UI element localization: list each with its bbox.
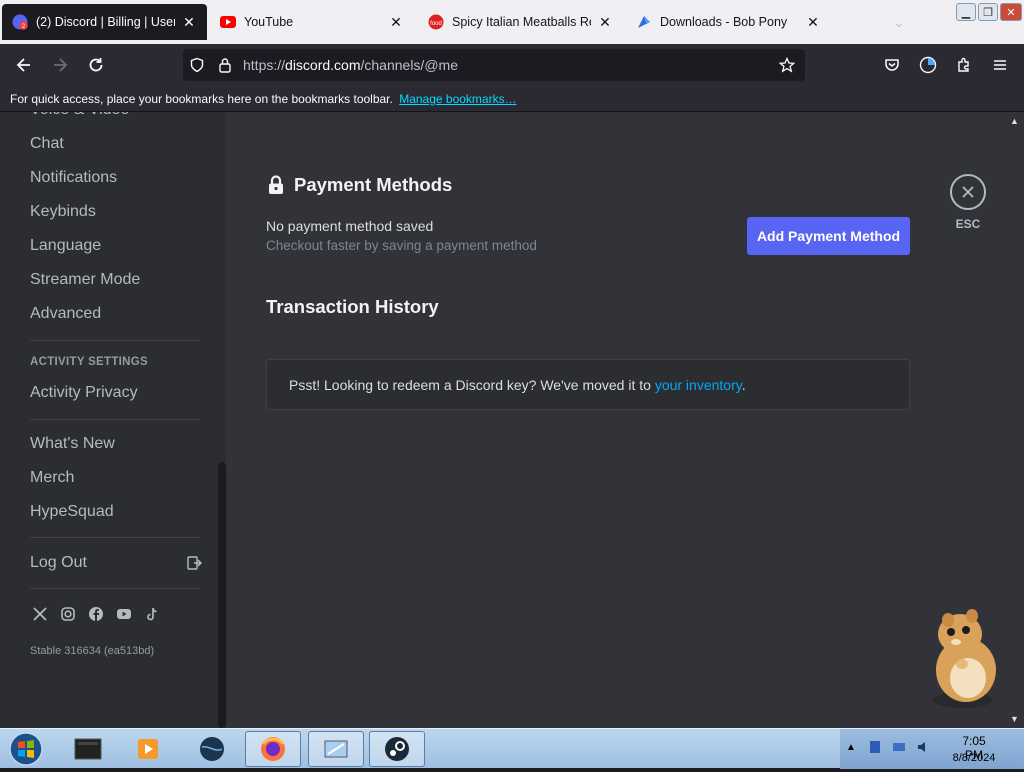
close-settings-button[interactable]: [950, 174, 986, 210]
tab-title: YouTube: [244, 15, 294, 29]
reload-icon[interactable]: [80, 49, 112, 81]
pocket-icon[interactable]: [876, 49, 908, 81]
bookmarks-toolbar: For quick access, place your bookmarks h…: [0, 86, 1024, 112]
build-version: Stable 316634 (ea513bd): [30, 645, 155, 657]
sidebar-item-voice-video[interactable]: Voice & Video: [30, 112, 129, 124]
taskbar-globe-icon[interactable]: [184, 731, 240, 767]
tab-title: (2) Discord | Billing | User Set: [36, 15, 175, 29]
volume-icon[interactable]: [916, 740, 930, 754]
shield-icon[interactable]: [183, 57, 211, 73]
sidebar-item-notifications[interactable]: Notifications: [30, 164, 117, 192]
logout-icon[interactable]: [186, 555, 202, 571]
tray-app-icon[interactable]: [868, 740, 882, 754]
clock-date[interactable]: 8/8/2024: [947, 752, 1001, 764]
tray-display-icon[interactable]: [892, 740, 906, 754]
sidebar-item-chat[interactable]: Chat: [30, 130, 64, 158]
settings-sidebar: Voice & Video Chat Notifications Keybind…: [0, 112, 226, 728]
youtube-icon: [220, 14, 236, 30]
taskbar-explorer-icon[interactable]: [308, 731, 364, 767]
taskbar-steam-icon[interactable]: [369, 731, 425, 767]
sidebar-item-activity-privacy[interactable]: Activity Privacy: [30, 379, 138, 407]
show-hidden-icons[interactable]: ▲: [846, 742, 856, 753]
close-icon: [962, 186, 974, 198]
sidebar-item-keybinds[interactable]: Keybinds: [30, 198, 96, 226]
no-payment-subtext: Checkout faster by saving a payment meth…: [266, 238, 537, 253]
download-icon: [636, 14, 652, 30]
add-payment-method-button[interactable]: Add Payment Method: [747, 217, 910, 255]
close-window-icon[interactable]: ✕: [1000, 3, 1022, 21]
browser-tab-strip: 2 (2) Discord | Billing | User Set ✕ You…: [0, 0, 1024, 44]
sidebar-divider: [30, 419, 200, 420]
taskbar-media-player-icon[interactable]: [120, 731, 176, 767]
sidebar-item-streamer-mode[interactable]: Streamer Mode: [30, 266, 140, 294]
manage-bookmarks-link[interactable]: Manage bookmarks…: [399, 92, 516, 106]
instagram-icon[interactable]: [60, 606, 76, 622]
tiktok-icon[interactable]: [144, 606, 160, 622]
url-prefix: https://: [243, 57, 286, 73]
transaction-history-title: Transaction History: [266, 296, 439, 317]
svg-text:food: food: [430, 21, 442, 27]
sidebar-item-whats-new[interactable]: What's New: [30, 430, 115, 458]
scroll-up-arrow-icon[interactable]: ▲: [1010, 116, 1019, 126]
scroll-down-arrow-icon[interactable]: ▼: [1010, 714, 1019, 724]
no-payment-text: No payment method saved: [266, 218, 434, 234]
window-controls: ▁ ❐ ✕: [956, 3, 1022, 21]
sidebar-divider: [30, 537, 200, 538]
back-icon[interactable]: [8, 49, 40, 81]
sidebar-item-log-out[interactable]: Log Out: [30, 549, 87, 577]
sidebar-divider: [30, 588, 200, 589]
sidebar-item-language[interactable]: Language: [30, 232, 101, 260]
discord-icon: 2: [12, 14, 28, 30]
youtube-icon[interactable]: [116, 606, 132, 622]
lock-icon[interactable]: [211, 57, 239, 73]
notice-text: Psst! Looking to redeem a Discord key? W…: [289, 377, 655, 393]
minimize-icon[interactable]: ▁: [956, 3, 976, 21]
close-tab-icon[interactable]: ✕: [597, 14, 613, 30]
tab-title: Downloads - Bob Pony: [660, 15, 788, 29]
close-tab-icon[interactable]: ✕: [805, 14, 821, 30]
url-text[interactable]: https://discord.com/channels/@me: [239, 57, 773, 73]
sidebar-item-advanced[interactable]: Advanced: [30, 300, 101, 328]
tab-title: Spicy Italian Meatballs Recip: [452, 15, 591, 29]
esc-label: ESC: [955, 217, 981, 231]
hamster-sticker: [918, 600, 1008, 710]
activity-settings-header: ACTIVITY SETTINGS: [30, 356, 148, 368]
x-icon[interactable]: [32, 606, 48, 622]
sidebar-scrollbar[interactable]: [218, 462, 226, 728]
bookmarks-hint: For quick access, place your bookmarks h…: [10, 92, 393, 106]
tab-meatballs[interactable]: food Spicy Italian Meatballs Recip ✕: [418, 4, 623, 40]
url-host: discord.com: [285, 57, 361, 73]
taskbar-firefox-icon[interactable]: [245, 731, 301, 767]
notice-end: .: [741, 377, 746, 393]
forward-icon[interactable]: [44, 49, 76, 81]
sidebar-item-merch[interactable]: Merch: [30, 464, 74, 492]
extensions-icon[interactable]: [948, 49, 980, 81]
tab-discord[interactable]: 2 (2) Discord | Billing | User Set ✕: [2, 4, 207, 40]
taskbar-terminal-icon[interactable]: [60, 731, 116, 767]
tab-downloads[interactable]: Downloads - Bob Pony ✕: [626, 4, 831, 40]
food-network-icon: food: [428, 14, 444, 30]
payment-methods-title: Payment Methods: [294, 174, 453, 195]
inventory-link[interactable]: your inventory: [655, 377, 742, 393]
lock-icon: [267, 175, 285, 195]
tab-youtube[interactable]: YouTube ✕: [210, 4, 414, 40]
discord-app: Voice & Video Chat Notifications Keybind…: [0, 112, 1024, 728]
restore-icon[interactable]: ❐: [978, 3, 998, 21]
sidebar-item-hypesquad[interactable]: HypeSquad: [30, 498, 114, 526]
facebook-icon[interactable]: [88, 606, 104, 622]
tab-list-icon[interactable]: ⌄: [893, 14, 905, 31]
billing-content: Payment Methods No payment method saved …: [226, 112, 1024, 728]
url-bar[interactable]: https://discord.com/channels/@me: [183, 49, 805, 81]
account-icon[interactable]: [912, 49, 944, 81]
star-icon[interactable]: [773, 57, 801, 73]
start-button[interactable]: [6, 731, 46, 767]
menu-icon[interactable]: [984, 49, 1016, 81]
close-tab-icon[interactable]: ✕: [181, 14, 197, 30]
sidebar-divider: [30, 340, 200, 341]
browser-navbar: https://discord.com/channels/@me: [0, 44, 1024, 86]
url-path: /channels/@me: [360, 57, 458, 73]
close-tab-icon[interactable]: ✕: [388, 14, 404, 30]
redeem-notice: Psst! Looking to redeem a Discord key? W…: [266, 359, 910, 410]
